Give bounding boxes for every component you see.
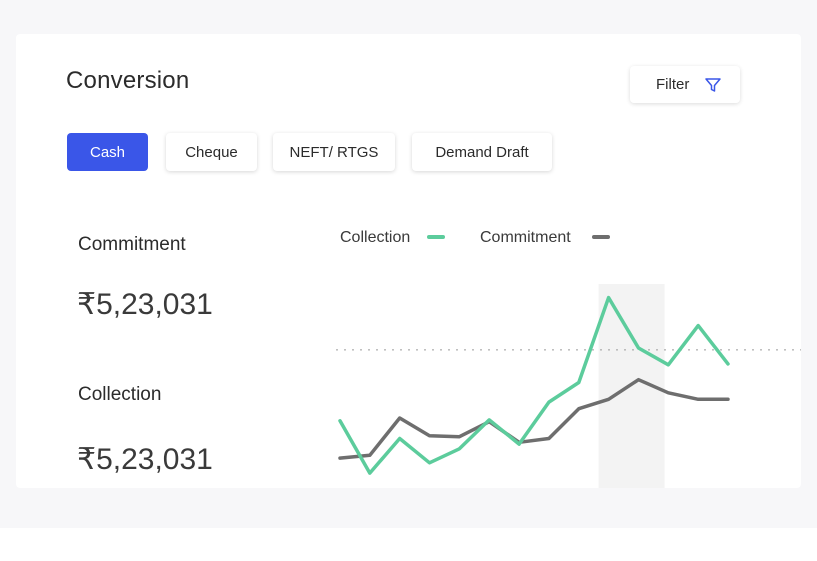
tab-demand-draft[interactable]: Demand Draft	[412, 133, 552, 171]
tab-cash[interactable]: Cash	[67, 133, 148, 171]
legend-collection-label: Collection	[340, 229, 411, 246]
conversion-card: Conversion Filter Cash Cheque NEFT/ RTGS…	[16, 34, 801, 488]
legend-commitment-label: Commitment	[480, 229, 571, 246]
legend-commitment-swatch	[592, 235, 610, 239]
filter-button[interactable]: Filter	[630, 66, 740, 103]
line-chart	[336, 284, 801, 488]
filter-label: Filter	[656, 76, 690, 93]
tab-neft-rtgs[interactable]: NEFT/ RTGS	[273, 133, 395, 171]
series-line-commitment	[338, 377, 730, 460]
tab-cheque[interactable]: Cheque	[166, 133, 257, 171]
commitment-label: Commitment	[78, 234, 186, 255]
series-line-collection	[338, 295, 730, 475]
card-title: Conversion	[66, 67, 190, 94]
collection-value: ₹5,23,031	[77, 443, 213, 476]
collection-label: Collection	[78, 384, 162, 405]
filter-funnel-icon	[705, 78, 721, 92]
commitment-value: ₹5,23,031	[77, 288, 213, 321]
series-group	[338, 295, 730, 475]
legend-collection-swatch	[427, 235, 445, 239]
